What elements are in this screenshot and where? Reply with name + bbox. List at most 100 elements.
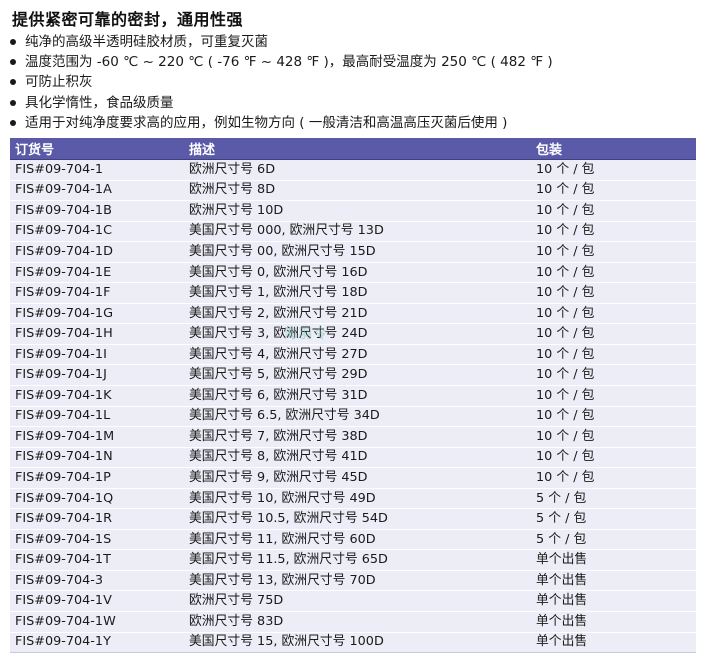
table-row: FIS#09-704-1P 美国尺寸号 9, 欧洲尺寸号 45D 10 个 / 包 — [10, 468, 696, 489]
table-row: FIS#09-704-1R 美国尺寸号 10.5, 欧洲尺寸号 54D 5 个 / … — [10, 509, 696, 530]
bullet-icon — [10, 99, 16, 106]
cell-order-number: FIS#09-704-1 — [15, 161, 104, 177]
cell-packaging: 单个出售 — [536, 613, 588, 629]
watermark: 海羽令 — [284, 327, 330, 342]
header-packaging: 包装 — [536, 143, 563, 158]
table-header: 订货号 描述 包装 — [10, 138, 696, 160]
feature-item: 温度范围为 -60 ℃ ~ 220 ℃ ( -76 ℉ ~ 428 ℉ )，最高… — [10, 52, 553, 72]
bullet-icon — [10, 39, 16, 45]
table-row: FIS#09-704-1D 美国尺寸号 00, 欧洲尺寸号 15D 10 个 / 包 — [10, 242, 696, 263]
cell-packaging: 10 个 / 包 — [536, 264, 595, 280]
table-row: FIS#09-704-1Q 美国尺寸号 10, 欧洲尺寸号 49D 5 个 / 包 — [10, 488, 696, 510]
cell-order-number: FIS#09-704-1I — [15, 346, 107, 362]
cell-description: 美国尺寸号 0, 欧洲尺寸号 16D — [189, 264, 368, 280]
cell-packaging: 10 个 / 包 — [536, 346, 595, 362]
cell-order-number: FIS#09-704-1L — [15, 408, 111, 424]
cell-description: 欧洲尺寸号 8D — [189, 182, 276, 198]
cell-packaging: 单个出售 — [536, 634, 588, 650]
cell-order-number: FIS#09-704-1H — [15, 326, 113, 342]
cell-description: 美国尺寸号 8, 欧洲尺寸号 41D — [189, 449, 368, 465]
cell-packaging: 10 个 / 包 — [536, 428, 595, 444]
cell-order-number: FIS#09-704-1E — [15, 264, 112, 280]
table-row: FIS#09-704-1Y 美国尺寸号 15, 欧洲尺寸号 100D 单个出售 — [10, 632, 696, 654]
bullet-icon — [10, 59, 16, 66]
table-row: FIS#09-704-1A 欧洲尺寸号 8D 10 个 / 包 — [10, 180, 696, 202]
table-row: FIS#09-704-1L 美国尺寸号 6.5, 欧洲尺寸号 34D 10 个 / … — [10, 406, 696, 428]
cell-packaging: 10 个 / 包 — [536, 367, 595, 383]
feature-item: 适用于对纯净度要求高的应用，例如生物方向 ( 一般清洁和高温高压灭菌后使用 ) — [10, 113, 553, 133]
feature-text: 温度范围为 -60 ℃ ~ 220 ℃ ( -76 ℉ ~ 428 ℉ )，最高… — [25, 54, 553, 71]
cell-packaging: 10 个 / 包 — [536, 469, 595, 485]
cell-packaging: 10 个 / 包 — [536, 223, 595, 239]
table-row: FIS#09-704-1V 欧洲尺寸号 75D 单个出售 — [10, 591, 696, 613]
cell-order-number: FIS#09-704-1Y — [15, 634, 111, 650]
feature-item: 可防止积灰 — [10, 72, 553, 92]
table-row: FIS#09-704-1N 美国尺寸号 8, 欧洲尺寸号 41D 10 个 / 包 — [10, 447, 696, 469]
cell-packaging: 10 个 / 包 — [536, 182, 595, 198]
table-row: FIS#09-704-1F 美国尺寸号 1, 欧洲尺寸号 18D 10 个 / 包 — [10, 283, 696, 304]
cell-description: 欧洲尺寸号 75D — [189, 593, 284, 609]
cell-description: 美国尺寸号 10, 欧洲尺寸号 49D — [189, 490, 376, 506]
feature-item: 纯净的高级半透明硅胶材质，可重复灭菌 — [10, 32, 553, 52]
cell-order-number: FIS#09-704-1K — [15, 387, 112, 403]
table-row: FIS#09-704-3 美国尺寸号 13, 欧洲尺寸号 70D 单个出售 — [10, 570, 696, 592]
table-row: FIS#09-704-1K 美国尺寸号 6, 欧洲尺寸号 31D 10 个 / 包 — [10, 386, 696, 407]
feature-text: 适用于对纯净度要求高的应用，例如生物方向 ( 一般清洁和高温高压灭菌后使用 ) — [25, 114, 508, 131]
cell-description: 美国尺寸号 6, 欧洲尺寸号 31D — [189, 387, 368, 403]
table-row: FIS#09-704-1E 美国尺寸号 0, 欧洲尺寸号 16D 10 个 / 包 — [10, 262, 696, 284]
cell-description: 欧洲尺寸号 6D — [189, 161, 276, 177]
cell-order-number: FIS#09-704-1J — [15, 367, 107, 383]
cell-description: 美国尺寸号 4, 欧洲尺寸号 27D — [189, 346, 368, 362]
cell-description: 美国尺寸号 6.5, 欧洲尺寸号 34D — [189, 408, 380, 424]
cell-order-number: FIS#09-704-1W — [15, 613, 116, 629]
cell-packaging: 5 个 / 包 — [536, 511, 587, 527]
table-row: FIS#09-704-1S 美国尺寸号 11, 欧洲尺寸号 60D 5 个 / 包 — [10, 529, 696, 551]
cell-packaging: 5 个 / 包 — [536, 490, 587, 506]
cell-order-number: FIS#09-704-1T — [15, 552, 111, 568]
cell-description: 美国尺寸号 11.5, 欧洲尺寸号 65D — [189, 552, 388, 568]
cell-packaging: 单个出售 — [536, 593, 588, 609]
feature-text: 具化学惰性，食品级质量 — [25, 94, 174, 111]
table-body: FIS#09-704-1 欧洲尺寸号 6D 10 个 / 包 FIS#09-704-1… — [10, 160, 696, 654]
cell-packaging: 单个出售 — [536, 552, 588, 568]
table-row: FIS#09-704-1I 美国尺寸号 4, 欧洲尺寸号 27D 10 个 / 包 — [10, 344, 696, 366]
cell-packaging: 10 个 / 包 — [536, 202, 595, 218]
table-row: FIS#09-704-1H 美国尺寸号 3, 欧洲尺寸号 24D 10 个 / 包 — [10, 324, 696, 345]
cell-description: 欧洲尺寸号 83D — [189, 613, 284, 629]
table-row: FIS#09-704-1 欧洲尺寸号 6D 10 个 / 包 — [10, 160, 696, 181]
cell-packaging: 10 个 / 包 — [536, 243, 595, 259]
cell-packaging: 10 个 / 包 — [536, 387, 595, 403]
cell-packaging: 单个出售 — [536, 572, 588, 588]
cell-order-number: FIS#09-704-1B — [15, 202, 112, 218]
cell-order-number: FIS#09-704-3 — [15, 572, 104, 588]
header-order-number: 订货号 — [15, 143, 55, 158]
cell-packaging: 10 个 / 包 — [536, 305, 595, 321]
cell-description: 美国尺寸号 15, 欧洲尺寸号 100D — [189, 634, 384, 650]
cell-order-number: FIS#09-704-1Q — [15, 490, 114, 506]
cell-order-number: FIS#09-704-1S — [15, 531, 112, 547]
feature-item: 具化学惰性，食品级质量 — [10, 93, 553, 113]
cell-packaging: 10 个 / 包 — [536, 285, 595, 301]
cell-order-number: FIS#09-704-1G — [15, 305, 113, 321]
cell-order-number: FIS#09-704-1R — [15, 511, 112, 527]
cell-packaging: 10 个 / 包 — [536, 161, 595, 177]
cell-order-number: FIS#09-704-1M — [15, 428, 115, 444]
cell-description: 美国尺寸号 2, 欧洲尺寸号 21D — [189, 305, 368, 321]
cell-packaging: 5 个 / 包 — [536, 531, 587, 547]
cell-description: 美国尺寸号 000, 欧洲尺寸号 13D — [189, 223, 384, 239]
table-row: FIS#09-704-1G 美国尺寸号 2, 欧洲尺寸号 21D 10 个 / 包 — [10, 303, 696, 325]
cell-description: 美国尺寸号 9, 欧洲尺寸号 45D — [189, 469, 368, 485]
cell-packaging: 10 个 / 包 — [536, 449, 595, 465]
bullet-icon — [10, 79, 16, 86]
cell-description: 美国尺寸号 5, 欧洲尺寸号 29D — [189, 367, 368, 383]
page-title: 提供紧密可靠的密封，通用性强 — [12, 10, 244, 29]
table-row: FIS#09-704-1T 美国尺寸号 11.5, 欧洲尺寸号 65D 单个出售 — [10, 550, 696, 571]
table-row: FIS#09-704-1M 美国尺寸号 7, 欧洲尺寸号 38D 10 个 / 包 — [10, 427, 696, 448]
cell-description: 美国尺寸号 7, 欧洲尺寸号 38D — [189, 428, 368, 444]
cell-order-number: FIS#09-704-1A — [15, 182, 112, 198]
cell-description: 美国尺寸号 11, 欧洲尺寸号 60D — [189, 531, 376, 547]
feature-text: 可防止积灰 — [25, 74, 93, 91]
table-row: FIS#09-704-1C 美国尺寸号 000, 欧洲尺寸号 13D 10 个 / … — [10, 221, 696, 243]
cell-description: 美国尺寸号 3, 欧洲尺寸号 24D — [189, 326, 368, 342]
cell-packaging: 10 个 / 包 — [536, 326, 595, 342]
